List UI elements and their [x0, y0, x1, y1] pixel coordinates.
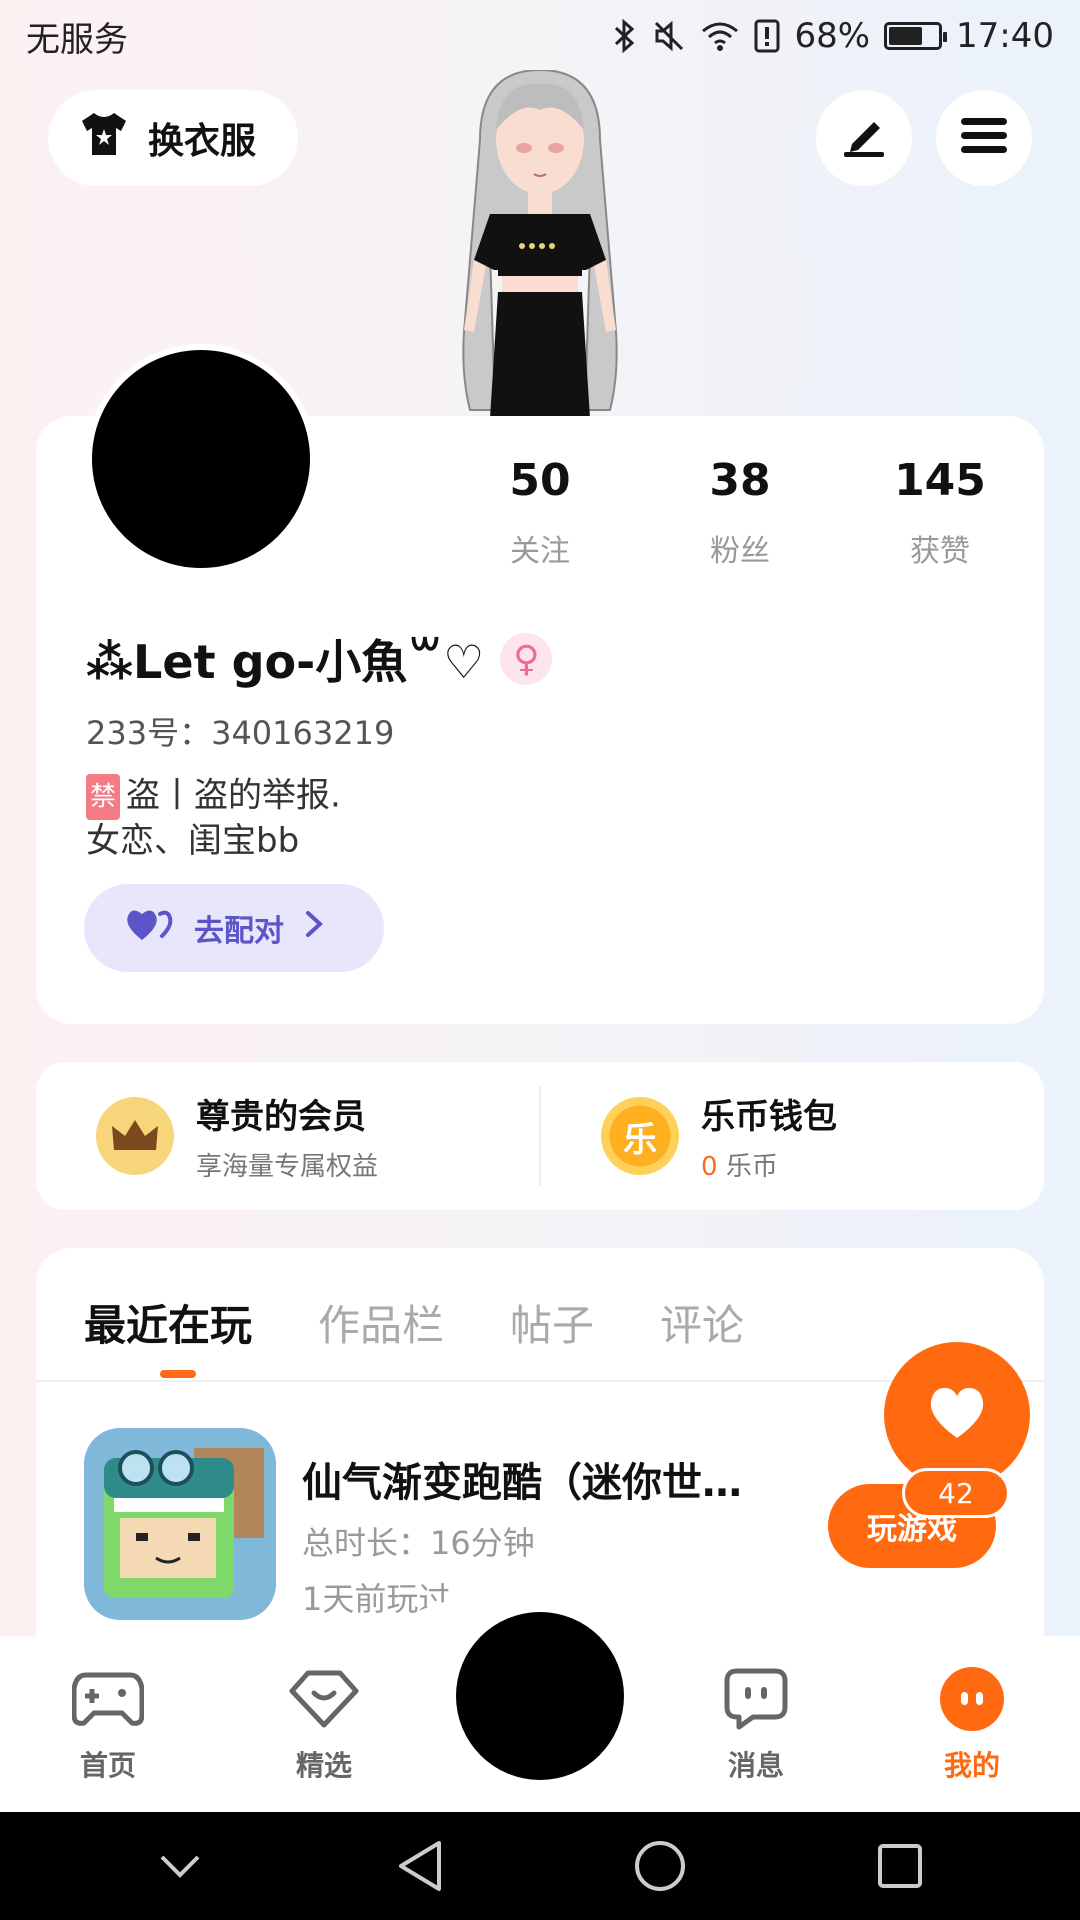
- like-button[interactable]: [884, 1342, 1030, 1488]
- coin-wallet-title: 乐币钱包: [701, 1097, 837, 1137]
- nav-home-label: 首页: [79, 1749, 136, 1782]
- tab-posts[interactable]: 帖子: [510, 1292, 594, 1353]
- stat-value: 38: [709, 455, 771, 506]
- gamepad-icon: [38, 1664, 178, 1734]
- vip-subtitle: 享海量专属权益: [196, 1152, 379, 1182]
- stat-following[interactable]: 50 关注: [440, 455, 640, 570]
- stat-followers[interactable]: 38 粉丝: [640, 455, 840, 570]
- collapse-icon[interactable]: [140, 1826, 220, 1906]
- like-count: 42: [902, 1468, 1010, 1518]
- bio-line-1: 盗丨盗的举报.: [126, 775, 341, 816]
- female-icon: ♀: [500, 633, 553, 685]
- battery-icon: [884, 22, 948, 50]
- active-tab-indicator: [160, 1370, 196, 1378]
- stat-label: 关注: [510, 534, 570, 569]
- center-action-button[interactable]: [456, 1612, 624, 1780]
- match-label: 去配对: [194, 914, 284, 949]
- change-outfit-button[interactable]: 换衣服: [48, 90, 298, 186]
- nav-profile-label: 我的: [943, 1749, 1000, 1782]
- recents-icon[interactable]: [860, 1826, 940, 1906]
- match-button[interactable]: 去配对: [84, 884, 384, 972]
- nav-featured-label: 精选: [295, 1749, 352, 1782]
- stat-likes[interactable]: 145 获赞: [840, 455, 1040, 570]
- heart-icon: [927, 1386, 987, 1444]
- coin-unit: 乐币: [725, 1152, 778, 1182]
- stat-value: 145: [894, 455, 986, 506]
- double-heart-icon: [124, 906, 174, 950]
- vip-title: 尊贵的会员: [196, 1097, 366, 1137]
- coin-amount: 0: [701, 1152, 718, 1182]
- stat-label: 获赞: [910, 534, 970, 569]
- bio-line-2: 女恋、闺宝bb: [86, 821, 300, 861]
- pen-icon: [840, 114, 888, 162]
- coin-wallet[interactable]: 乐 乐币钱包 0 乐币: [541, 1062, 1044, 1210]
- change-outfit-label: 换衣服: [148, 121, 257, 162]
- carrier-text: 无服务: [26, 19, 128, 60]
- membership-wallet-card: 尊贵的会员 享海量专属权益 乐 乐币钱包 0 乐币: [36, 1062, 1044, 1210]
- username-row: ⁂Let go-小魚꒳♡ ♀: [86, 626, 553, 692]
- hamburger-icon: [961, 116, 1007, 160]
- game-total-time: 总时长：16分钟: [302, 1524, 535, 1562]
- system-navigation-bar: [0, 1812, 1080, 1920]
- nav-messages[interactable]: 消息: [686, 1664, 826, 1784]
- avatar-character[interactable]: [410, 68, 670, 418]
- tab-bar: 最近在玩 作品栏 帖子 评论: [84, 1292, 744, 1353]
- back-icon[interactable]: [380, 1826, 460, 1906]
- mute-icon: [652, 19, 686, 53]
- nav-home[interactable]: 首页: [38, 1664, 178, 1784]
- crown-icon: [96, 1097, 174, 1175]
- nav-featured[interactable]: 精选: [254, 1664, 394, 1784]
- battery-level: [889, 27, 923, 45]
- tab-works[interactable]: 作品栏: [318, 1292, 444, 1353]
- status-icons: 68% 17:40: [612, 16, 1054, 56]
- home-icon[interactable]: [620, 1826, 700, 1906]
- bio: 禁盗丨盗的举报. 女恋、闺宝bb: [86, 774, 341, 862]
- tab-recent-play[interactable]: 最近在玩: [84, 1292, 252, 1353]
- bluetooth-icon: [612, 19, 638, 53]
- edit-profile-button[interactable]: [816, 90, 912, 186]
- profile-face-icon: [902, 1664, 1042, 1734]
- clock: 17:40: [956, 16, 1054, 56]
- battery-percent: 68%: [794, 16, 871, 56]
- vip-membership[interactable]: 尊贵的会员 享海量专属权益: [36, 1062, 539, 1210]
- wifi-icon: [700, 19, 740, 53]
- username: ⁂Let go-小魚꒳♡: [86, 635, 485, 689]
- stat-value: 50: [509, 455, 571, 506]
- sim-alert-icon: [754, 19, 780, 53]
- profile-stats: 50 关注 38 粉丝 145 获赞: [440, 455, 1040, 570]
- le-coin-icon: 乐: [601, 1097, 679, 1175]
- profile-avatar[interactable]: [86, 344, 316, 574]
- menu-button[interactable]: [936, 90, 1032, 186]
- ban-badge: 禁: [86, 774, 121, 820]
- tab-comments[interactable]: 评论: [660, 1292, 744, 1353]
- tshirt-icon: [78, 111, 130, 166]
- game-title: 仙气渐变跑酷（迷你世…: [302, 1460, 742, 1506]
- chat-icon: [686, 1664, 826, 1734]
- chevron-right-icon: [304, 909, 324, 947]
- heart-shield-icon: [254, 1664, 394, 1734]
- status-bar: 无服务 68% 17:40: [0, 0, 1080, 72]
- game-thumbnail: [84, 1428, 276, 1620]
- user-id: 233号：340163219: [86, 714, 395, 752]
- stat-label: 粉丝: [710, 534, 770, 569]
- nav-profile[interactable]: 我的: [902, 1664, 1042, 1784]
- nav-messages-label: 消息: [727, 1749, 784, 1782]
- coin-balance: 0 乐币: [701, 1146, 837, 1183]
